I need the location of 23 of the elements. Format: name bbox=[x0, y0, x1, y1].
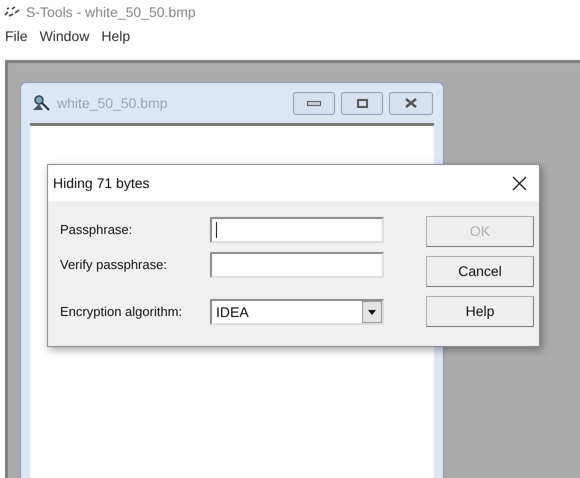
restore-button[interactable] bbox=[341, 92, 383, 114]
input-field[interactable] bbox=[210, 252, 384, 278]
menu-item[interactable]: Help bbox=[101, 26, 130, 46]
field-label: Verify passphrase: bbox=[60, 256, 168, 274]
menu-item[interactable]: Window bbox=[40, 26, 90, 46]
minimize-button[interactable] bbox=[293, 92, 335, 114]
field-label: Passphrase: bbox=[60, 221, 134, 240]
window-title: S-Tools - white_50_50.bmp bbox=[26, 2, 196, 22]
triangle-icon bbox=[368, 310, 376, 314]
input-field[interactable] bbox=[210, 217, 384, 243]
close-icon bbox=[405, 98, 417, 108]
app-icon bbox=[4, 6, 20, 18]
magnifier-icon bbox=[31, 94, 51, 112]
document-title: white_50_50.bmp bbox=[57, 94, 168, 113]
close-button[interactable] bbox=[389, 92, 433, 114]
dropdown[interactable]: IDEA bbox=[210, 299, 384, 325]
close-icon bbox=[512, 176, 526, 190]
menu-item[interactable]: File bbox=[5, 26, 28, 46]
field-label: Encryption algorithm: bbox=[60, 303, 184, 322]
dialog-button[interactable]: Cancel bbox=[426, 256, 534, 287]
dialog-title: Hiding 71 bytes bbox=[53, 174, 150, 193]
dialog-button[interactable]: Help bbox=[426, 296, 534, 327]
dropdown-button[interactable] bbox=[362, 301, 382, 323]
